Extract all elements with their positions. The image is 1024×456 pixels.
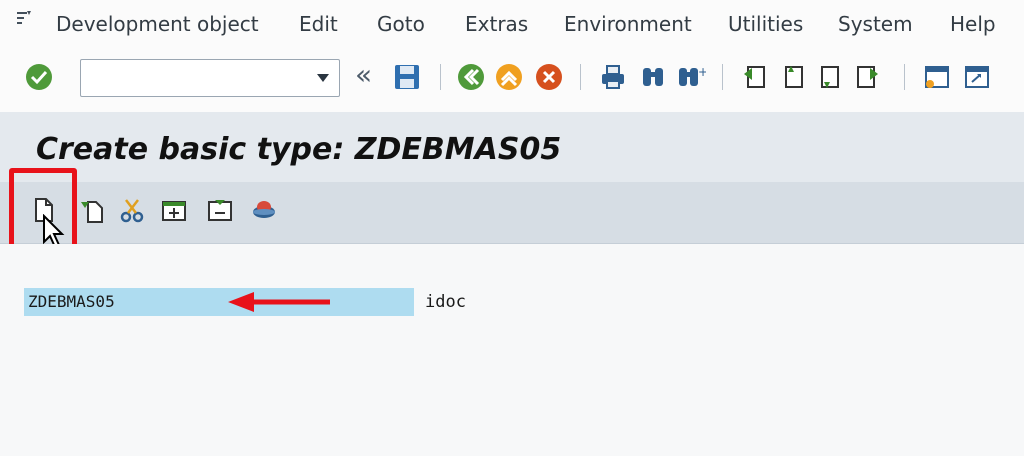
- toolbar-separator: [440, 64, 441, 90]
- menu-development-object[interactable]: Development object: [56, 12, 259, 36]
- chevron-down-icon[interactable]: [317, 74, 329, 82]
- menu-system[interactable]: System: [838, 12, 913, 36]
- application-toolbar: [0, 182, 1024, 244]
- previous-page-icon[interactable]: [778, 62, 808, 92]
- menu-help[interactable]: Help: [950, 12, 996, 36]
- collapse-icon[interactable]: [206, 196, 234, 224]
- page-title: Create basic type: ZDEBMAS05: [36, 132, 562, 167]
- standard-toolbar: « +: [0, 46, 1024, 112]
- menu-utilities[interactable]: Utilities: [728, 12, 803, 36]
- first-page-icon[interactable]: [740, 62, 770, 92]
- menu-bar: Development object Edit Goto Extras Envi…: [0, 0, 1024, 46]
- double-chevron-left-icon[interactable]: «: [355, 58, 372, 91]
- menu-edit[interactable]: Edit: [299, 12, 338, 36]
- sap-window: Development object Edit Goto Extras Envi…: [0, 0, 1024, 456]
- cancel-icon[interactable]: [534, 62, 564, 92]
- toolbar-separator: [904, 64, 905, 90]
- menu-extras[interactable]: Extras: [465, 12, 528, 36]
- print-icon[interactable]: [598, 62, 628, 92]
- command-field[interactable]: [80, 59, 340, 97]
- toolbar-separator: [580, 64, 581, 90]
- insert-segment-icon[interactable]: [78, 196, 106, 224]
- basic-type-name-value: ZDEBMAS05: [28, 292, 115, 311]
- annotation-arrow-icon: [228, 292, 330, 312]
- save-icon[interactable]: [392, 62, 422, 92]
- back-icon[interactable]: [456, 62, 486, 92]
- basic-type-name-field[interactable]: ZDEBMAS05: [24, 288, 414, 316]
- segment-editor-icon[interactable]: [250, 196, 278, 224]
- find-next-icon[interactable]: +: [676, 62, 706, 92]
- menu-list-icon[interactable]: [16, 10, 32, 28]
- title-bar: Create basic type: ZDEBMAS05: [0, 112, 1024, 182]
- new-session-icon[interactable]: [922, 62, 952, 92]
- shortcut-icon[interactable]: [962, 62, 992, 92]
- svg-text:+: +: [698, 65, 706, 79]
- toolbar-separator: [722, 64, 723, 90]
- cut-icon[interactable]: [118, 196, 146, 224]
- checkmark-icon[interactable]: [24, 62, 54, 92]
- menu-goto[interactable]: Goto: [377, 12, 425, 36]
- last-page-icon[interactable]: [852, 62, 882, 92]
- exit-icon[interactable]: [494, 62, 524, 92]
- work-area: ZDEBMAS05 idoc: [0, 244, 1024, 456]
- basic-type-description: idoc: [425, 292, 466, 312]
- next-page-icon[interactable]: [814, 62, 844, 92]
- menu-environment[interactable]: Environment: [564, 12, 692, 36]
- find-icon[interactable]: [638, 62, 668, 92]
- expand-icon[interactable]: [160, 196, 188, 224]
